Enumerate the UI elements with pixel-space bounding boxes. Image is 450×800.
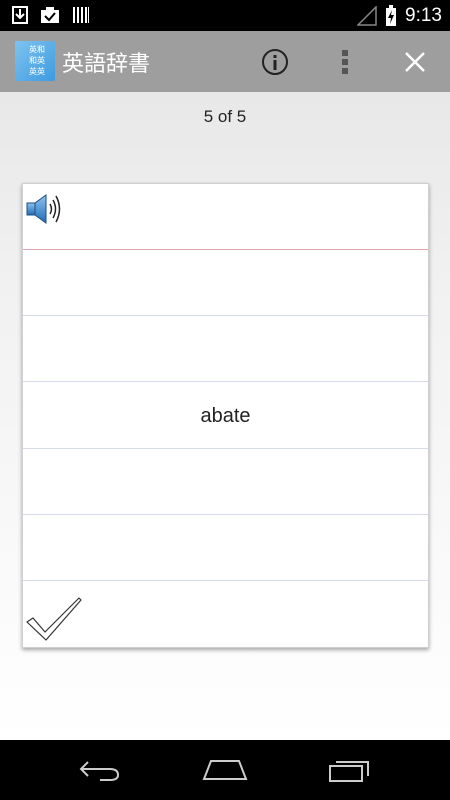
clock: 9:13 bbox=[405, 4, 442, 26]
status-bar: 9:13 bbox=[0, 0, 450, 31]
speaker-icon bbox=[26, 194, 61, 224]
app-icon-text-2: 和英 bbox=[29, 56, 45, 65]
app-icon-text-3: 英英 bbox=[29, 67, 45, 76]
action-bar: 英和 和英 英英 英語辞書 bbox=[0, 31, 450, 92]
back-button[interactable] bbox=[55, 740, 145, 800]
close-icon bbox=[405, 51, 425, 72]
flashcard-word: abate bbox=[200, 405, 251, 427]
speaker-button[interactable] bbox=[26, 192, 64, 231]
info-button[interactable] bbox=[250, 31, 300, 92]
ruled-line bbox=[23, 249, 428, 250]
signal-icon bbox=[357, 5, 377, 26]
overflow-menu-icon bbox=[342, 49, 348, 74]
mark-known-button[interactable] bbox=[25, 596, 83, 647]
close-button[interactable] bbox=[390, 31, 440, 92]
back-icon bbox=[79, 761, 120, 781]
navigation-bar bbox=[0, 740, 450, 800]
recent-apps-icon bbox=[329, 761, 369, 782]
app-icon[interactable]: 英和 和英 英英 bbox=[15, 41, 55, 81]
app-title: 英語辞書 bbox=[62, 52, 151, 77]
clipboard-check-icon bbox=[41, 7, 59, 23]
checkmark-icon bbox=[26, 597, 82, 641]
content-area: 5 of 5 abate bbox=[0, 92, 450, 740]
app-icon-text-1: 英和 bbox=[29, 45, 45, 54]
recent-apps-button[interactable] bbox=[305, 740, 395, 800]
ruled-line bbox=[23, 315, 428, 316]
ruled-line bbox=[23, 381, 428, 382]
info-icon bbox=[262, 48, 288, 75]
card-counter: 5 of 5 bbox=[203, 107, 247, 126]
home-button[interactable] bbox=[180, 740, 270, 800]
overflow-menu-button[interactable] bbox=[320, 31, 370, 92]
flashcard[interactable]: abate bbox=[22, 183, 429, 648]
ruled-line bbox=[23, 448, 428, 449]
ruled-line bbox=[23, 514, 428, 515]
home-icon bbox=[202, 760, 248, 780]
ruled-line bbox=[23, 580, 428, 581]
barcode-icon bbox=[73, 7, 89, 23]
download-icon bbox=[12, 6, 28, 24]
battery-charging-icon bbox=[386, 4, 397, 26]
